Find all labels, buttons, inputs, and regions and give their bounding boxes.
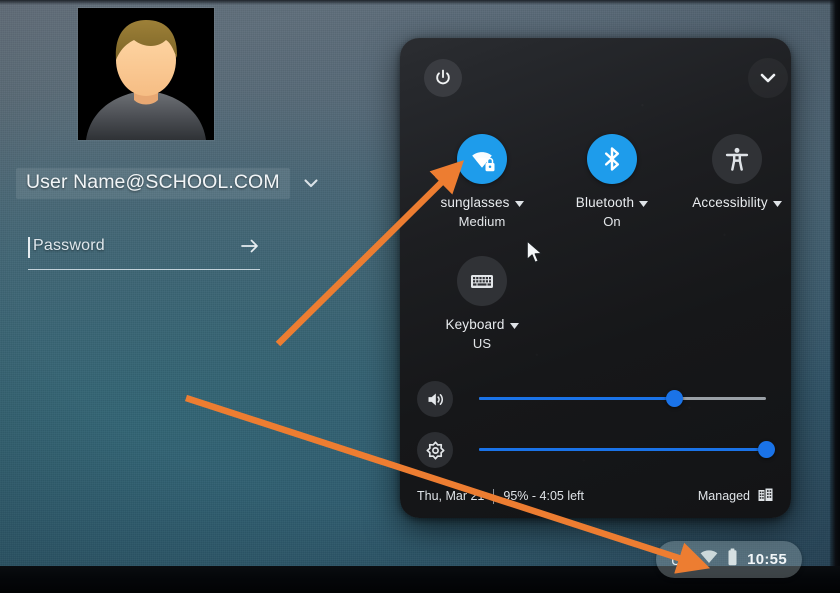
brightness-slider-fill	[479, 448, 766, 451]
avatar[interactable]	[78, 8, 214, 140]
brightness-icon-button[interactable]	[417, 432, 453, 468]
password-underline	[28, 268, 260, 270]
screenshot-root: User Name@SCHOOL.COM Password sunglasses…	[0, 0, 840, 593]
power-button[interactable]	[424, 59, 462, 97]
tile-keyboard-label-row: Keyboard	[420, 317, 544, 332]
caret-down-icon[interactable]	[639, 195, 649, 210]
caret-down-icon[interactable]	[514, 195, 524, 210]
volume-slider-row[interactable]	[400, 381, 791, 427]
managed-indicator[interactable]: Managed	[698, 488, 773, 505]
footer-battery-status: 95% - 4:05 left	[503, 489, 584, 503]
tile-accessibility-label-row: Accessibility	[682, 195, 791, 210]
footer-divider	[493, 488, 495, 504]
brightness-icon	[425, 440, 445, 460]
tile-keyboard-button[interactable]	[457, 256, 507, 306]
chevron-down-icon	[760, 73, 776, 83]
speaker-volume-icon	[428, 393, 443, 405]
user-name-label: User Name@SCHOOL.COM	[16, 167, 290, 199]
chevron-down-icon[interactable]	[300, 172, 322, 194]
bluetooth-icon	[604, 147, 620, 171]
volume-icon-button[interactable]	[417, 381, 453, 417]
tray-clock[interactable]: 10:55	[747, 551, 787, 568]
volume-slider-thumb[interactable]	[665, 390, 683, 407]
password-submit-button[interactable]	[238, 234, 262, 258]
quick-settings-panel: sunglasses Medium Bluetooth On Accessibi…	[400, 38, 791, 518]
tile-network-label-row: sunglasses	[420, 195, 544, 210]
wifi-icon[interactable]	[700, 550, 718, 569]
system-tray[interactable]: US 10:55	[656, 541, 802, 578]
tile-keyboard-sublabel: US	[472, 336, 492, 351]
caret-down-icon[interactable]	[772, 195, 782, 210]
tile-bluetooth-label-row: Bluetooth	[550, 195, 674, 210]
tile-network-label: sunglasses	[440, 195, 510, 210]
password-input[interactable]: Password	[33, 237, 105, 255]
collapse-panel-button[interactable]	[748, 58, 788, 98]
tile-network-button[interactable]	[457, 134, 507, 184]
managed-label: Managed	[697, 489, 750, 503]
footer-status: Thu, Mar 21 95% - 4:05 left	[417, 488, 584, 504]
volume-slider-fill	[479, 397, 675, 400]
quick-settings-footer: Thu, Mar 21 95% - 4:05 left Managed	[400, 474, 791, 518]
tile-keyboard[interactable]: Keyboard US	[420, 256, 544, 351]
tile-keyboard-label: Keyboard	[445, 317, 505, 332]
brightness-slider-track[interactable]	[479, 441, 775, 458]
caret-down-icon[interactable]	[509, 317, 519, 332]
wifi-locked-icon	[472, 152, 495, 172]
volume-slider-track[interactable]	[479, 390, 766, 407]
password-field-wrapper[interactable]: Password	[28, 232, 260, 270]
arrow-right-icon	[241, 239, 258, 253]
battery-icon[interactable]	[727, 548, 738, 571]
screen-bezel-top	[0, 0, 840, 5]
tile-network-sublabel: Medium	[458, 214, 506, 229]
tile-accessibility-button[interactable]	[712, 134, 762, 184]
screen-bezel-right	[830, 0, 840, 572]
default-user-avatar-icon	[78, 8, 214, 140]
keyboard-icon	[471, 275, 493, 288]
tile-bluetooth-sublabel: On	[603, 214, 621, 229]
tile-bluetooth-label: Bluetooth	[575, 195, 635, 210]
footer-date: Thu, Mar 21	[417, 489, 485, 503]
mouse-pointer-icon	[526, 240, 546, 266]
tile-bluetooth[interactable]: Bluetooth On	[550, 134, 674, 229]
tile-accessibility[interactable]: Accessibility	[682, 134, 791, 210]
tile-network[interactable]: sunglasses Medium	[420, 134, 544, 229]
brightness-slider-thumb[interactable]	[757, 441, 775, 458]
tray-keyboard-layout[interactable]: US	[671, 552, 691, 568]
text-cursor	[28, 237, 30, 258]
user-selector[interactable]: User Name@SCHOOL.COM	[16, 166, 322, 200]
power-icon	[436, 69, 450, 85]
tile-bluetooth-button[interactable]	[587, 134, 637, 184]
brightness-slider-row[interactable]	[400, 432, 791, 478]
tile-accessibility-label: Accessibility	[692, 195, 768, 210]
accessibility-person-icon	[725, 147, 749, 171]
enterprise-building-icon	[758, 488, 773, 505]
